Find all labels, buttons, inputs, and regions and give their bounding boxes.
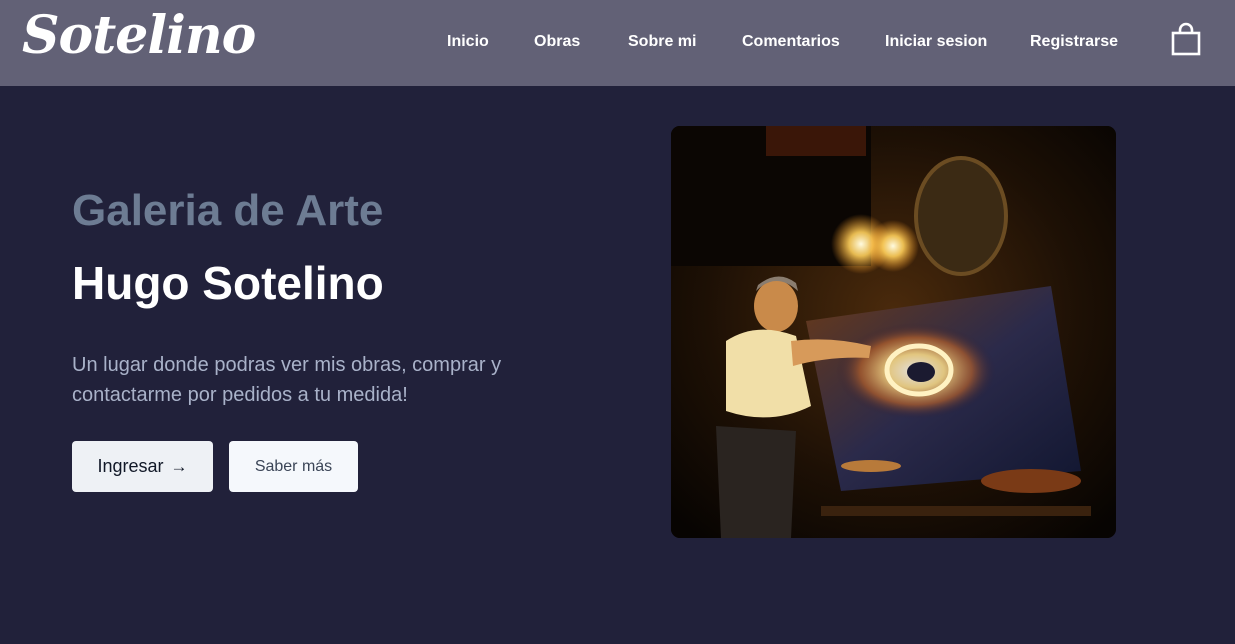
saber-mas-button[interactable]: Saber más xyxy=(229,441,358,492)
brand-logo[interactable]: Sotelino xyxy=(22,4,256,68)
hero-description: Un lugar donde podras ver mis obras, com… xyxy=(72,354,502,406)
nav-link-iniciar-sesion[interactable]: Iniciar sesion xyxy=(885,33,987,51)
nav-link-comentarios[interactable]: Comentarios xyxy=(742,33,840,51)
nav-link-inicio[interactable]: Inicio xyxy=(447,33,489,51)
nav-link-registrarse[interactable]: Registrarse xyxy=(1030,33,1118,51)
nav-link-sobre-mi[interactable]: Sobre mi xyxy=(628,33,696,51)
shopping-bag-icon[interactable] xyxy=(1170,21,1202,57)
ingresar-button[interactable]: Ingresar → xyxy=(72,441,213,492)
ingresar-button-label: Ingresar xyxy=(97,456,164,476)
navbar: Sotelino Inicio Obras Sobre mi Comentari… xyxy=(0,0,1235,86)
hero-kicker: Galeria de Arte xyxy=(72,186,384,235)
nav-link-obras[interactable]: Obras xyxy=(534,33,580,51)
arrow-right-icon: → xyxy=(170,456,188,476)
artist-painting-photo xyxy=(671,126,1116,538)
saber-mas-button-label: Saber más xyxy=(254,457,333,475)
hero-title: Hugo Sotelino xyxy=(72,257,384,309)
